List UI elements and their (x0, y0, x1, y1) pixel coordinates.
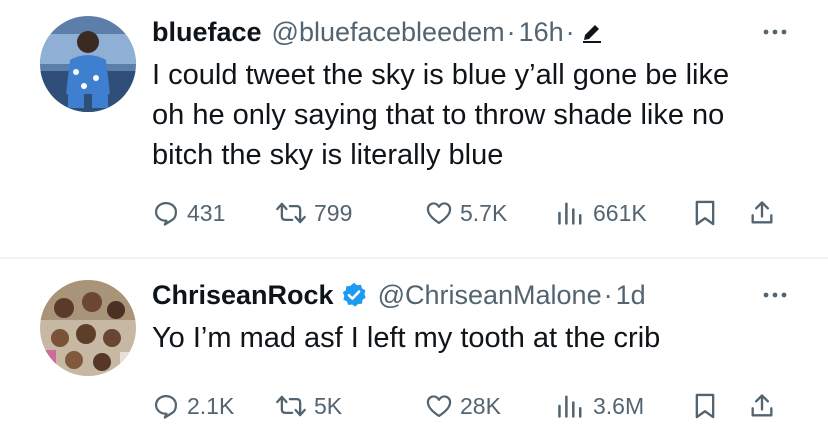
reply-button[interactable]: 2.1K (152, 386, 234, 426)
tweet-text: Yo I’m mad asf I left my tooth at the cr… (152, 318, 788, 358)
avatar[interactable] (40, 280, 136, 376)
bookmark-icon (692, 199, 718, 227)
bookmark-button[interactable] (692, 386, 718, 426)
reply-button[interactable]: 431 (152, 193, 225, 233)
like-icon (425, 392, 453, 420)
tweet-text-line: Yo I’m mad asf I left my tooth at the cr… (152, 322, 661, 354)
edit-icon[interactable] (580, 20, 604, 44)
retweet-count: 799 (314, 199, 353, 226)
bookmark-icon (692, 392, 718, 420)
share-icon (748, 199, 776, 227)
separator: · (506, 16, 516, 47)
views-button[interactable]: 3.6M (556, 386, 644, 426)
views-button[interactable]: 661K (556, 193, 647, 233)
bookmark-button[interactable] (692, 193, 718, 233)
more-icon[interactable] (762, 20, 788, 44)
tweet[interactable]: ChriseanRock @ChriseanMalone · 1d Yo I’m… (0, 259, 828, 438)
tweet-text-line: oh he only saying that to throw shade li… (152, 99, 725, 131)
share-button[interactable] (748, 193, 776, 233)
reply-icon (152, 392, 180, 420)
reply-icon (152, 199, 180, 227)
timestamp[interactable]: 16h (519, 17, 564, 48)
views-icon (556, 392, 586, 420)
views-count: 661K (593, 199, 647, 226)
like-count: 28K (460, 392, 501, 419)
retweet-button[interactable]: 5K (275, 386, 342, 426)
tweet-header: ChriseanRock @ChriseanMalone · 1d (152, 275, 788, 315)
action-bar: 431 799 5.7K 661K (152, 193, 788, 233)
share-button[interactable] (748, 386, 776, 426)
tweet-text-line: I could tweet the sky is blue y’all gone… (152, 59, 730, 91)
tweet[interactable]: blueface @bluefacebleedem · 16h · I coul… (0, 0, 828, 257)
like-button[interactable]: 5.7K (425, 193, 507, 233)
separator: · (565, 16, 575, 47)
tweet-text-line: bitch the sky is literally blue (152, 139, 504, 171)
more-icon[interactable] (762, 283, 788, 307)
views-icon (556, 199, 586, 227)
tweet-text: I could tweet the sky is blue y’all gone… (152, 55, 788, 175)
handle[interactable]: @bluefacebleedem (272, 17, 505, 48)
action-bar: 2.1K 5K 28K 3.6M (152, 386, 788, 426)
views-count: 3.6M (593, 392, 645, 419)
handle[interactable]: @ChriseanMalone (378, 280, 602, 311)
retweet-button[interactable]: 799 (275, 193, 352, 233)
reply-count: 2.1K (187, 392, 235, 419)
display-name[interactable]: ChriseanRock (152, 280, 334, 311)
like-icon (425, 199, 453, 227)
share-icon (748, 392, 776, 420)
retweet-icon (275, 392, 307, 420)
reply-count: 431 (187, 199, 226, 226)
avatar[interactable] (40, 16, 136, 112)
display-name[interactable]: blueface (152, 17, 262, 48)
timestamp[interactable]: 1d (616, 280, 646, 311)
retweet-count: 5K (314, 392, 343, 419)
retweet-icon (275, 199, 307, 227)
like-count: 5.7K (460, 199, 508, 226)
verified-icon[interactable] (340, 281, 368, 309)
tweet-header: blueface @bluefacebleedem · 16h · (152, 12, 788, 52)
separator: · (603, 279, 613, 310)
like-button[interactable]: 28K (425, 386, 501, 426)
